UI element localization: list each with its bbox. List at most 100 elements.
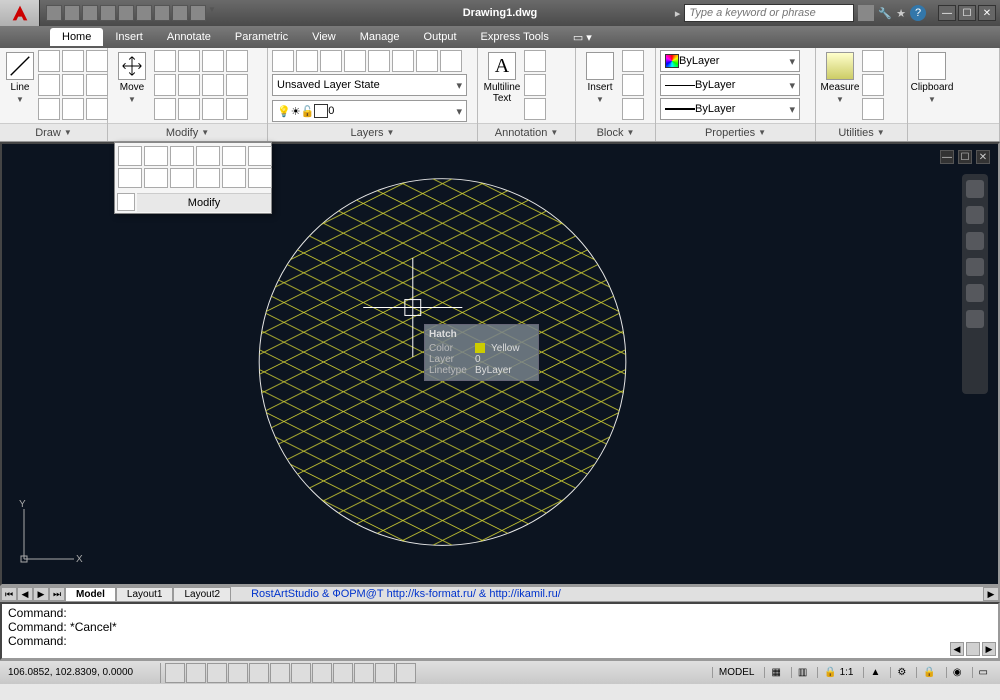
fillet-icon[interactable] [202, 74, 224, 96]
polyline-icon[interactable] [38, 50, 60, 72]
pan-icon[interactable] [966, 232, 984, 250]
leader-icon[interactable] [524, 74, 546, 96]
mf-draworder-icon[interactable] [170, 146, 194, 166]
create-block-icon[interactable] [622, 50, 644, 72]
layer-match-icon[interactable] [416, 50, 438, 72]
mf-edit-pline-icon[interactable] [196, 168, 220, 188]
qat-open-icon[interactable] [64, 5, 80, 21]
tab-view[interactable]: View [300, 28, 348, 46]
stretch-icon[interactable] [154, 98, 176, 120]
panel-layers-label[interactable]: Layers▼ [268, 123, 477, 141]
ducs-toggle[interactable] [291, 663, 311, 683]
qp-toggle[interactable] [354, 663, 374, 683]
mirror-icon[interactable] [154, 74, 176, 96]
selectall-icon[interactable] [862, 74, 884, 96]
annotation-visibility-icon[interactable]: ▲ [863, 667, 886, 678]
panel-modify-label[interactable]: Modify▼ [108, 123, 267, 141]
hatch-icon[interactable] [86, 74, 108, 96]
tab-next-icon[interactable]: ▶ [33, 587, 49, 601]
qat-props-icon[interactable] [190, 5, 206, 21]
mf-edit-hatch-icon[interactable] [144, 146, 168, 166]
calc-icon[interactable] [862, 98, 884, 120]
layer-iso-icon[interactable] [320, 50, 342, 72]
grid-toggle[interactable] [186, 663, 206, 683]
measure-dropdown-icon[interactable]: ▼ [836, 95, 844, 104]
toolbar-lock-icon[interactable]: 🔒 [916, 667, 941, 678]
erase-icon[interactable] [226, 50, 248, 72]
close-button[interactable]: ✕ [978, 5, 996, 21]
cmd-scroll-right-icon[interactable]: ▶ [982, 642, 996, 656]
copy-icon[interactable] [154, 50, 176, 72]
qat-redo-icon[interactable] [118, 5, 134, 21]
offset-icon[interactable] [178, 98, 200, 120]
clipboard-dropdown-icon[interactable]: ▼ [928, 95, 936, 104]
qat-undo-icon[interactable] [100, 5, 116, 21]
line-button[interactable]: Line ▼ [4, 50, 36, 106]
tab-home[interactable]: Home [50, 28, 103, 46]
scale-icon[interactable] [178, 74, 200, 96]
ellipse-icon[interactable] [38, 74, 60, 96]
mf-lengthen-icon[interactable] [170, 168, 194, 188]
qat-more-icon[interactable]: ▼ [208, 5, 216, 21]
lineweight-combo[interactable]: ByLayer [660, 98, 800, 120]
mf-copy-nested-icon[interactable] [144, 168, 168, 188]
tab-collapse-icon[interactable]: ▭ ▾ [561, 28, 604, 47]
tab-model[interactable]: Model [65, 587, 116, 602]
cmd-scroll-left-icon[interactable]: ◀ [950, 642, 964, 656]
spline-icon[interactable] [38, 98, 60, 120]
favorites-icon[interactable]: ★ [896, 7, 906, 20]
search-arrow-icon[interactable]: ▸ [675, 7, 681, 20]
minimize-button[interactable]: — [938, 5, 956, 21]
tab-insert[interactable]: Insert [103, 28, 155, 46]
sc-toggle[interactable] [375, 663, 395, 683]
panel-properties-label[interactable]: Properties▼ [656, 123, 815, 141]
orbit-icon[interactable] [966, 284, 984, 302]
polar-toggle[interactable] [228, 663, 248, 683]
annotation-scale[interactable]: 🔒 1:1 [817, 667, 859, 678]
steering-wheel-icon[interactable] [966, 206, 984, 224]
tab-manage[interactable]: Manage [348, 28, 412, 46]
qat-print-icon[interactable] [136, 5, 152, 21]
insert-button[interactable]: Insert ▼ [580, 50, 620, 106]
maximize-button[interactable]: ☐ [958, 5, 976, 21]
quickview-drawings-icon[interactable]: ▥ [791, 667, 813, 678]
trim-icon[interactable] [202, 50, 224, 72]
circle-icon[interactable] [62, 50, 84, 72]
flyout-pin-icon[interactable] [117, 193, 135, 211]
clean-screen-icon[interactable]: ▭ [972, 667, 994, 678]
panel-annotation-label[interactable]: Annotation▼ [478, 123, 575, 141]
help-icon[interactable]: ? [910, 5, 926, 21]
mf-change-space-icon[interactable] [248, 168, 272, 188]
app-logo[interactable] [0, 0, 40, 26]
mf-join-icon[interactable] [222, 146, 246, 166]
workspace-switching-icon[interactable]: ⚙ [890, 667, 912, 678]
tab-parametric[interactable]: Parametric [223, 28, 300, 46]
join-icon[interactable] [226, 98, 248, 120]
hardware-accel-icon[interactable]: ◉ [946, 667, 968, 678]
layer-combo[interactable]: 💡 ☀ 🔓 0 [272, 100, 467, 122]
tab-first-icon[interactable]: ⏮ [1, 587, 17, 601]
cmd-scroll-thumb[interactable] [966, 642, 980, 656]
move-dropdown-icon[interactable]: ▼ [128, 95, 136, 104]
lwt-toggle[interactable] [333, 663, 353, 683]
edit-attr-icon[interactable] [622, 98, 644, 120]
layer-states-icon[interactable] [296, 50, 318, 72]
binoculars-icon[interactable] [858, 5, 874, 21]
tab-last-icon[interactable]: ⏭ [49, 587, 65, 601]
qat-publish-icon[interactable] [172, 5, 188, 21]
vp-close-icon[interactable]: ✕ [976, 150, 990, 164]
panel-block-label[interactable]: Block▼ [576, 123, 655, 141]
line-dropdown-icon[interactable]: ▼ [16, 95, 24, 104]
panel-utilities-label[interactable]: Utilities▼ [816, 123, 907, 141]
am-toggle[interactable] [396, 663, 416, 683]
tab-prev-icon[interactable]: ◀ [17, 587, 33, 601]
tab-output[interactable]: Output [412, 28, 469, 46]
layer-lock-icon[interactable] [392, 50, 414, 72]
linetype-combo[interactable]: ByLayer [660, 74, 800, 96]
qat-new-icon[interactable] [46, 5, 62, 21]
qat-save-icon[interactable] [82, 5, 98, 21]
layer-freeze-icon[interactable] [344, 50, 366, 72]
snap-toggle[interactable] [165, 663, 185, 683]
rotate-icon[interactable] [178, 50, 200, 72]
arc-icon[interactable] [86, 50, 108, 72]
